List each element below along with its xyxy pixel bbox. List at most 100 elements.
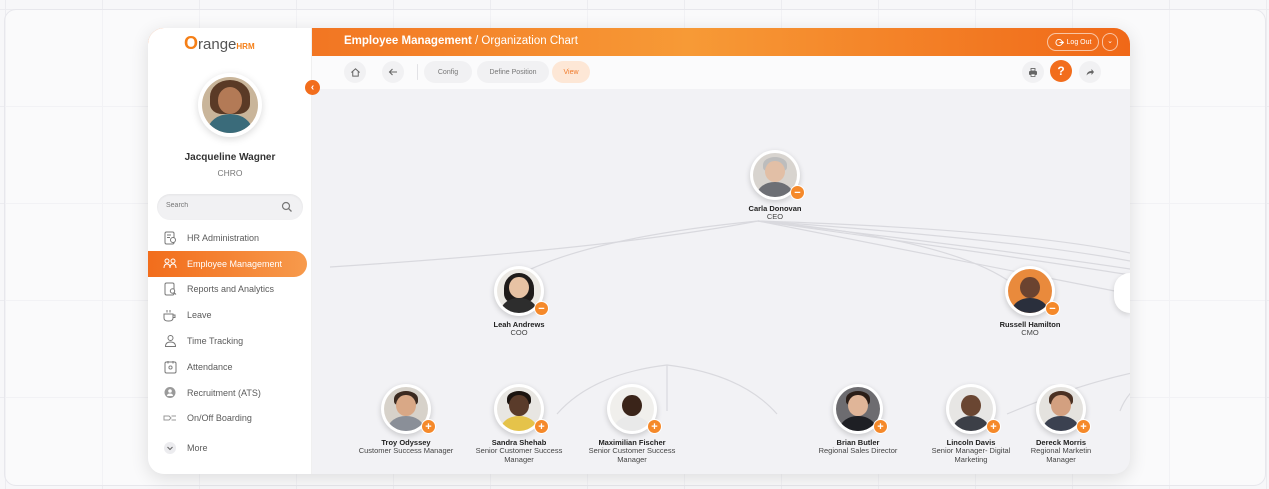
sidebar-item-label: More: [187, 443, 208, 454]
org-node-coo[interactable]: − Leah Andrews COO: [454, 266, 584, 338]
employee-avatar: +: [494, 384, 549, 434]
org-node-ceo[interactable]: − Carla Donovan CEO: [710, 150, 840, 222]
logout-icon: [1054, 38, 1064, 46]
printer-icon: [1029, 68, 1037, 77]
sidebar-item-label: Leave: [187, 310, 212, 321]
recruitment-icon: [162, 385, 178, 401]
sidebar-item-employee-management[interactable]: Employee Management: [148, 250, 307, 277]
org-node-brian-butler[interactable]: + Brian Butler Regional Sales Director: [793, 384, 923, 456]
tab-view[interactable]: View: [552, 61, 590, 83]
sidebar: OrangeHRM Jacqueline Wagner CHRO HR Admi…: [148, 28, 312, 474]
sidebar-item-time-tracking[interactable]: Time Tracking: [148, 328, 312, 354]
home-button[interactable]: [344, 61, 366, 83]
org-node-troy-odyssey[interactable]: + Troy Odyssey Customer Success Manager: [341, 384, 471, 456]
expand-node-icon[interactable]: +: [534, 419, 549, 434]
employee-avatar: +: [833, 384, 888, 434]
sidebar-item-onboarding[interactable]: On/Off Boarding: [148, 406, 312, 432]
employee-title-cont: Manager: [617, 454, 647, 464]
collapse-node-icon[interactable]: −: [534, 301, 549, 316]
employee-title-cont: Marketing: [954, 454, 988, 464]
expand-node-icon[interactable]: +: [421, 419, 436, 434]
sidebar-item-label: Employee Management: [187, 258, 283, 269]
employee-title: Customer Success Manager: [358, 446, 454, 455]
tab-view-label: View: [563, 68, 579, 76]
user-name: Jacqueline Wagner: [184, 152, 276, 163]
employee-avatar: +: [607, 384, 662, 434]
time-icon: [162, 333, 178, 349]
org-node-lincoln-davis[interactable]: + Lincoln Davis Senior Manager- Digital …: [906, 384, 1036, 464]
logout-label: Log Out: [1066, 38, 1092, 46]
sidebar-item-more[interactable]: More: [148, 435, 312, 461]
sidebar-item-label: On/Off Boarding: [187, 413, 252, 424]
employee-title: Regional Sales Director: [818, 446, 898, 455]
user-avatar[interactable]: [198, 73, 262, 137]
page-title: Employee Management / Organization Chart: [344, 35, 578, 47]
sidebar-item-label: Reports and Analytics: [187, 284, 275, 295]
home-icon: [350, 67, 360, 77]
back-button[interactable]: [382, 61, 404, 83]
sidebar-item-label: Time Tracking: [187, 336, 244, 347]
collapse-node-icon[interactable]: −: [1045, 301, 1060, 316]
arrow-left-icon: [388, 68, 397, 76]
attendance-icon: [162, 359, 178, 375]
expand-node-icon[interactable]: +: [873, 419, 888, 434]
logo-text: range: [198, 36, 237, 53]
chevron-down-icon: ⌄: [1107, 38, 1113, 45]
orangehrm-logo: OrangeHRM: [184, 33, 255, 54]
employee-avatar: −: [1005, 266, 1060, 316]
sidebar-item-leave[interactable]: Leave: [148, 302, 312, 328]
sidebar-item-reports-and-analytics[interactable]: Reports and Analytics: [148, 277, 312, 303]
sidebar-item-attendance[interactable]: Attendance: [148, 354, 312, 380]
title-separator: /: [471, 35, 482, 47]
collapse-node-icon[interactable]: −: [790, 185, 805, 200]
title-sub: Organization Chart: [481, 35, 578, 47]
sidebar-item-recruitment[interactable]: Recruitment (ATS): [148, 380, 312, 406]
leave-icon: [162, 307, 178, 323]
search-input[interactable]: [166, 202, 276, 209]
onboarding-icon: [162, 410, 178, 426]
org-node-sandra-shehab[interactable]: + Sandra Shehab Senior Customer Success …: [454, 384, 584, 464]
user-avatar-photo: [202, 77, 258, 133]
logo-suffix: HRM: [236, 42, 255, 51]
user-role: CHRO: [217, 168, 243, 178]
employee-text-group: Dereck Morris Regional Marketin Manager: [1020, 438, 1102, 464]
sidebar-item-hr-administration[interactable]: HR Administration: [148, 225, 312, 251]
tab-define-position-label: Define Position: [489, 68, 537, 76]
print-button[interactable]: [1022, 61, 1044, 83]
org-node-maximilian-fischer[interactable]: + Maximilian Fischer Senior Customer Suc…: [567, 384, 697, 464]
help-button[interactable]: ?: [1050, 60, 1072, 82]
employee-avatar: −: [494, 266, 549, 316]
sidebar-item-label: Attendance: [187, 361, 233, 372]
share-button[interactable]: [1079, 61, 1101, 83]
logo-first-letter: O: [184, 33, 199, 53]
org-node-cmo[interactable]: − Russell Hamilton CMO: [965, 266, 1095, 338]
toolbar: Config Define Position View ?: [312, 56, 1130, 89]
title-main: Employee Management: [344, 35, 472, 47]
admin-icon: [162, 230, 178, 246]
tab-config[interactable]: Config: [424, 61, 472, 83]
expand-node-icon[interactable]: +: [1076, 419, 1091, 434]
tab-define-position[interactable]: Define Position: [477, 61, 549, 83]
reports-icon: [162, 281, 178, 297]
employee-title-cont: Manager: [504, 454, 534, 464]
toolbar-divider: [417, 64, 418, 80]
employee-title: CEO: [766, 212, 784, 221]
user-menu-caret[interactable]: ⌄: [1102, 33, 1118, 51]
search-icon[interactable]: [280, 200, 294, 214]
sidebar-item-label: Recruitment (ATS): [187, 387, 261, 398]
org-node-dereck-morris[interactable]: + Dereck Morris Regional Marketin Manage…: [1020, 384, 1130, 464]
sidebar-collapse-button[interactable]: ‹: [305, 80, 320, 95]
share-icon: [1086, 69, 1094, 76]
employee-avatar: +: [381, 384, 436, 434]
expand-node-icon[interactable]: +: [647, 419, 662, 434]
employee-avatar: −: [750, 150, 805, 200]
logout-button[interactable]: Log Out: [1047, 33, 1099, 51]
employee-title: COO: [510, 328, 528, 337]
employee-title-cont: Manager: [1046, 454, 1076, 464]
help-icon: ?: [1057, 64, 1065, 78]
sidebar-menu: HR Administration Employee Management Re…: [148, 225, 312, 461]
sidebar-item-label: HR Administration: [187, 232, 260, 243]
expand-node-icon[interactable]: +: [986, 419, 1001, 434]
chevron-down-icon: [162, 440, 178, 456]
chevron-left-icon: ‹: [310, 82, 315, 93]
